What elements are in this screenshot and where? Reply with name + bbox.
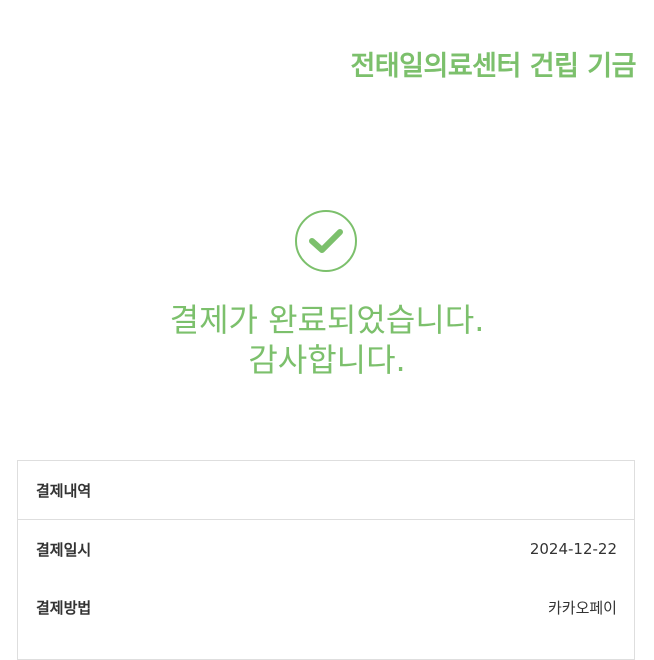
page-title: 전태일의료센터 건립 기금: [350, 51, 636, 82]
payment-details-panel: 결제내역 결제일시 2024-12-22 결제방법 카카오페이: [17, 460, 635, 660]
payment-date-label: 결제일시: [36, 540, 92, 559]
checkmark-icon: [309, 229, 343, 253]
payment-date-row: 결제일시 2024-12-22: [18, 520, 634, 578]
completion-message: 결제가 완료되었습니다. 감사합니다.: [0, 300, 654, 380]
check-circle-icon: [295, 210, 357, 272]
completion-message-line1: 결제가 완료되었습니다.: [169, 301, 485, 339]
completion-message-line2: 감사합니다.: [248, 341, 406, 379]
payment-method-row: 결제방법 카카오페이: [18, 578, 634, 636]
payment-date-value: 2024-12-22: [529, 540, 617, 558]
payment-method-label: 결제방법: [36, 598, 92, 617]
payment-details-heading: 결제내역: [18, 461, 634, 520]
payment-method-value: 카카오페이: [547, 598, 617, 617]
